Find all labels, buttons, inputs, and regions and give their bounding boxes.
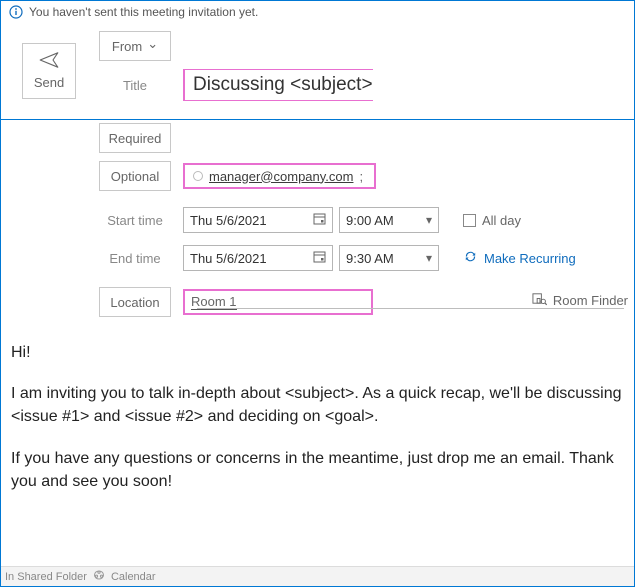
make-recurring-button[interactable]: Make Recurring [463,249,576,267]
from-button[interactable]: From [99,31,171,61]
location-highlight: Room 1 [183,289,373,315]
end-label: End time [99,251,171,266]
status-folder: In Shared Folder [5,571,87,583]
title-input[interactable] [185,70,446,100]
info-icon [9,5,23,19]
status-bar: In Shared Folder Calendar [1,566,634,586]
send-label: Send [34,75,64,90]
chevron-down-icon: ▾ [426,213,432,227]
send-icon [39,52,59,71]
start-time-value: 9:00 AM [346,213,394,228]
chevron-down-icon: ▾ [426,251,432,265]
title-highlight [183,69,373,101]
end-date-input[interactable]: Thu 5/6/2021 [183,245,333,271]
start-time-input[interactable]: 9:00 AM ▾ [339,207,439,233]
optional-label: Optional [111,169,159,184]
allday-checkbox[interactable] [463,214,476,227]
info-text: You haven't sent this meeting invitation… [29,5,258,19]
calendar-small-icon [93,569,105,584]
end-time-input[interactable]: 9:30 AM ▾ [339,245,439,271]
start-label: Start time [99,213,171,228]
room-finder-button[interactable]: Room Finder [532,291,628,309]
end-date-value: Thu 5/6/2021 [190,251,267,266]
required-button[interactable]: Required [99,123,171,153]
optional-suffix: ; [359,169,363,184]
optional-button[interactable]: Optional [99,161,171,191]
body-paragraph: I am inviting you to talk in-depth about… [11,382,624,428]
body-paragraph: Hi! [11,341,624,364]
required-label: Required [109,131,162,146]
send-button[interactable]: Send [22,43,76,99]
title-label: Title [99,78,171,93]
allday-label: All day [482,213,521,228]
room-finder-label: Room Finder [553,293,628,308]
body-paragraph: If you have any questions or concerns in… [11,447,624,493]
location-label: Location [110,295,159,310]
message-body[interactable]: Hi! I am inviting you to talk in-depth a… [11,341,624,511]
from-label: From [112,39,142,54]
info-bar: You haven't sent this meeting invitation… [1,1,634,23]
start-date-input[interactable]: Thu 5/6/2021 [183,207,333,233]
status-calendar: Calendar [111,571,156,583]
start-date-value: Thu 5/6/2021 [190,213,267,228]
recurring-icon [463,249,478,267]
location-button[interactable]: Location [99,287,171,317]
end-time-value: 9:30 AM [346,251,394,266]
recurring-label: Make Recurring [484,251,576,266]
calendar-icon [313,250,326,266]
divider [1,119,634,120]
optional-recipient[interactable]: manager@company.com [209,169,353,184]
calendar-icon [313,212,326,228]
optional-highlight: manager@company.com; [183,163,376,189]
presence-icon [193,171,203,181]
room-finder-icon [532,291,547,309]
